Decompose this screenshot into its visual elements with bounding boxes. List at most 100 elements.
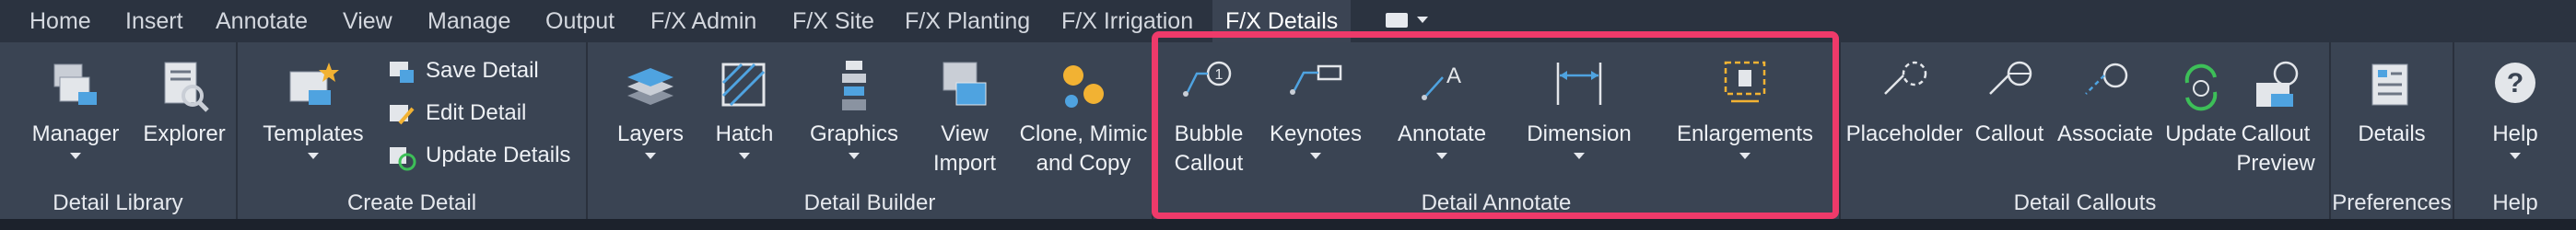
- panel-title-detail-callouts: Detail Callouts: [2013, 190, 2157, 215]
- bubble-callout-label-1: Bubble: [1174, 121, 1244, 146]
- tab-view[interactable]: View: [330, 0, 405, 42]
- bubble-callout-label-2: Callout: [1174, 151, 1244, 176]
- help-question-icon: ?: [2495, 63, 2535, 103]
- save-detail-label: Save Detail: [426, 58, 539, 83]
- panel-create-detail: Templates Save Detail Edit Detail Update…: [238, 42, 588, 219]
- help-button[interactable]: ? Help: [2469, 55, 2561, 159]
- callout-label: Callout: [1974, 121, 2044, 146]
- tab-fx-irrigation[interactable]: F/X Irrigation: [1048, 0, 1206, 42]
- panel-help: ? Help Help: [2454, 42, 2576, 219]
- enlargements-button[interactable]: Enlargements: [1669, 55, 1821, 159]
- ribbon-body: Manager Explorer Detail Library Template…: [0, 42, 2576, 219]
- panel-title-create-detail: Create Detail: [346, 190, 477, 215]
- clone-label-1: Clone, Mimic: [1019, 121, 1148, 146]
- clone-label-2: and Copy: [1036, 151, 1131, 176]
- layers-button[interactable]: Layers: [606, 55, 695, 159]
- chevron-down-icon: [739, 153, 750, 159]
- quick-access-icon[interactable]: [1386, 13, 1408, 28]
- svg-text:A: A: [1446, 63, 1461, 88]
- edit-detail-label: Edit Detail: [426, 100, 527, 125]
- callout-preview-button[interactable]: Callout Preview: [2228, 55, 2324, 178]
- edit-detail-button[interactable]: Edit Detail: [387, 94, 526, 132]
- clone-mimic-copy-button[interactable]: Clone, Mimic and Copy: [1019, 55, 1148, 178]
- chevron-down-icon: [70, 153, 81, 159]
- svg-text:1: 1: [1215, 67, 1224, 83]
- tab-fx-planting[interactable]: F/X Planting: [892, 0, 1043, 42]
- explorer-label: Explorer: [143, 121, 226, 146]
- panel-detail-builder: Layers Hatch Graphics View Import Clone,…: [588, 42, 1153, 219]
- save-detail-button[interactable]: Save Detail: [387, 52, 539, 90]
- manager-button[interactable]: Manager: [28, 55, 123, 159]
- tab-insert[interactable]: Insert: [112, 0, 196, 42]
- placeholder-button[interactable]: Placeholder: [1844, 55, 1964, 149]
- update-details-button[interactable]: Update Details: [387, 136, 570, 175]
- panel-preferences: Details Preferences: [2331, 42, 2454, 219]
- manager-label: Manager: [31, 121, 120, 146]
- tab-fx-details[interactable]: F/X Details: [1212, 0, 1352, 42]
- dimension-label: Dimension: [1527, 121, 1632, 146]
- panel-title-help: Help: [2492, 190, 2538, 215]
- view-import-button[interactable]: View Import: [919, 55, 1010, 178]
- hatch-icon: [721, 63, 766, 107]
- chevron-down-icon: [645, 153, 656, 159]
- callout-preview-label-2: Preview: [2236, 151, 2315, 176]
- tab-fx-site[interactable]: F/X Site: [779, 0, 887, 42]
- view-import-icon: [943, 62, 987, 106]
- panel-title-detail-annotate: Detail Annotate: [1421, 190, 1572, 215]
- panel-title-detail-library: Detail Library: [53, 190, 183, 215]
- svg-text:?: ?: [2507, 68, 2523, 98]
- chevron-down-icon: [1739, 153, 1751, 159]
- tab-home[interactable]: Home: [17, 0, 104, 42]
- tab-manage[interactable]: Manage: [415, 0, 523, 42]
- hatch-button[interactable]: Hatch: [704, 55, 785, 159]
- explorer-icon: [164, 62, 209, 112]
- templates-label: Templates: [263, 121, 364, 146]
- callout-preview-icon: [2256, 61, 2299, 107]
- update-icon: [2184, 63, 2218, 111]
- panel-title-preferences: Preferences: [2332, 190, 2452, 215]
- tab-fx-admin[interactable]: F/X Admin: [638, 0, 769, 42]
- dimension-button[interactable]: Dimension: [1520, 55, 1638, 159]
- graphics-label: Graphics: [809, 121, 899, 146]
- view-import-label-2: Import: [932, 151, 996, 176]
- enlargements-label: Enlargements: [1676, 121, 1814, 146]
- layers-icon: [627, 68, 673, 105]
- keynotes-icon: [1290, 64, 1342, 95]
- explorer-button[interactable]: Explorer: [138, 55, 230, 149]
- ribbon-tab-bar: Home Insert Annotate View Manage Output …: [0, 0, 2576, 43]
- chevron-down-icon: [1574, 153, 1585, 159]
- annotate-label: Annotate: [1397, 121, 1487, 146]
- chevron-down-icon: [849, 153, 860, 159]
- chevron-down-icon: [1436, 153, 1447, 159]
- callout-icon: [1989, 61, 2032, 95]
- manager-icon: [53, 63, 97, 105]
- chevron-down-icon: [1310, 153, 1321, 159]
- placeholder-icon: [1884, 61, 1927, 95]
- callout-button[interactable]: Callout: [1968, 55, 2051, 149]
- tab-output[interactable]: Output: [533, 0, 627, 42]
- annotate-button[interactable]: A Annotate: [1388, 55, 1496, 159]
- details-label: Details: [2358, 121, 2426, 146]
- associate-button[interactable]: Associate: [2055, 55, 2156, 149]
- associate-icon: [2085, 63, 2128, 95]
- quick-access-dropdown-icon[interactable]: [1417, 17, 1428, 23]
- tab-annotate[interactable]: Annotate: [203, 0, 321, 42]
- templates-button[interactable]: Templates: [256, 55, 370, 159]
- panel-detail-library: Manager Explorer Detail Library: [0, 42, 238, 219]
- panel-title-detail-builder: Detail Builder: [803, 190, 936, 215]
- clone-mimic-copy-icon: [1063, 65, 1104, 108]
- edit-detail-icon: [390, 104, 415, 124]
- view-import-label-1: View: [941, 121, 989, 146]
- dimension-icon: [1556, 63, 1602, 105]
- associate-label: Associate: [2056, 121, 2154, 146]
- templates-icon: [289, 63, 339, 105]
- details-button[interactable]: Details: [2340, 55, 2443, 149]
- annotate-icon: A: [1422, 63, 1461, 100]
- update-details-icon: [390, 146, 416, 171]
- placeholder-label: Placeholder: [1845, 121, 1963, 146]
- hatch-label: Hatch: [715, 121, 774, 146]
- keynotes-button[interactable]: Keynotes: [1260, 55, 1371, 159]
- graphics-button[interactable]: Graphics: [802, 55, 907, 159]
- details-settings-icon: [2371, 63, 2408, 106]
- bubble-callout-button[interactable]: 1 Bubble Callout: [1170, 55, 1247, 178]
